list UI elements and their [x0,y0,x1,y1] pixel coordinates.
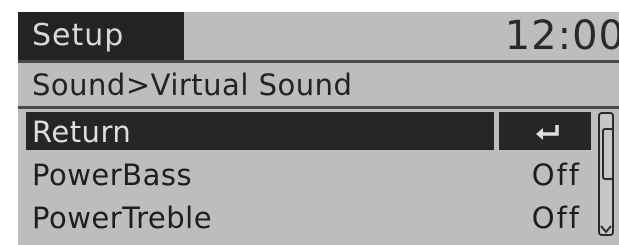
breadcrumb: Sound>Virtual Sound [32,68,353,102]
menu-item-label: Return [32,115,132,149]
menu-item-label: PowerBass [32,158,193,192]
clock: 12:00 [504,13,619,59]
scroll-thumb[interactable] [602,128,614,180]
menu-item-return[interactable]: Return [26,112,591,152]
menu-item-label: PowerTreble [32,201,213,235]
header-bar: Setup 12:00 [18,12,619,60]
head-unit-screen: Setup 12:00 Sound>Virtual Sound Return P… [18,12,619,245]
divider [18,106,619,109]
scrollbar[interactable] [598,112,614,236]
menu-item-powerbass[interactable]: PowerBass Off [26,155,591,195]
scroll-down-arrow-icon[interactable] [600,224,612,234]
menu-item-powertreble[interactable]: PowerTreble Off [26,198,591,238]
menu-list: Return PowerBass Off PowerTreble Off [26,112,591,241]
divider [18,60,619,63]
screen-title: Setup [18,12,184,60]
return-arrow-icon[interactable] [533,121,563,141]
menu-item-value: Off [531,201,581,235]
menu-item-value: Off [531,158,581,192]
